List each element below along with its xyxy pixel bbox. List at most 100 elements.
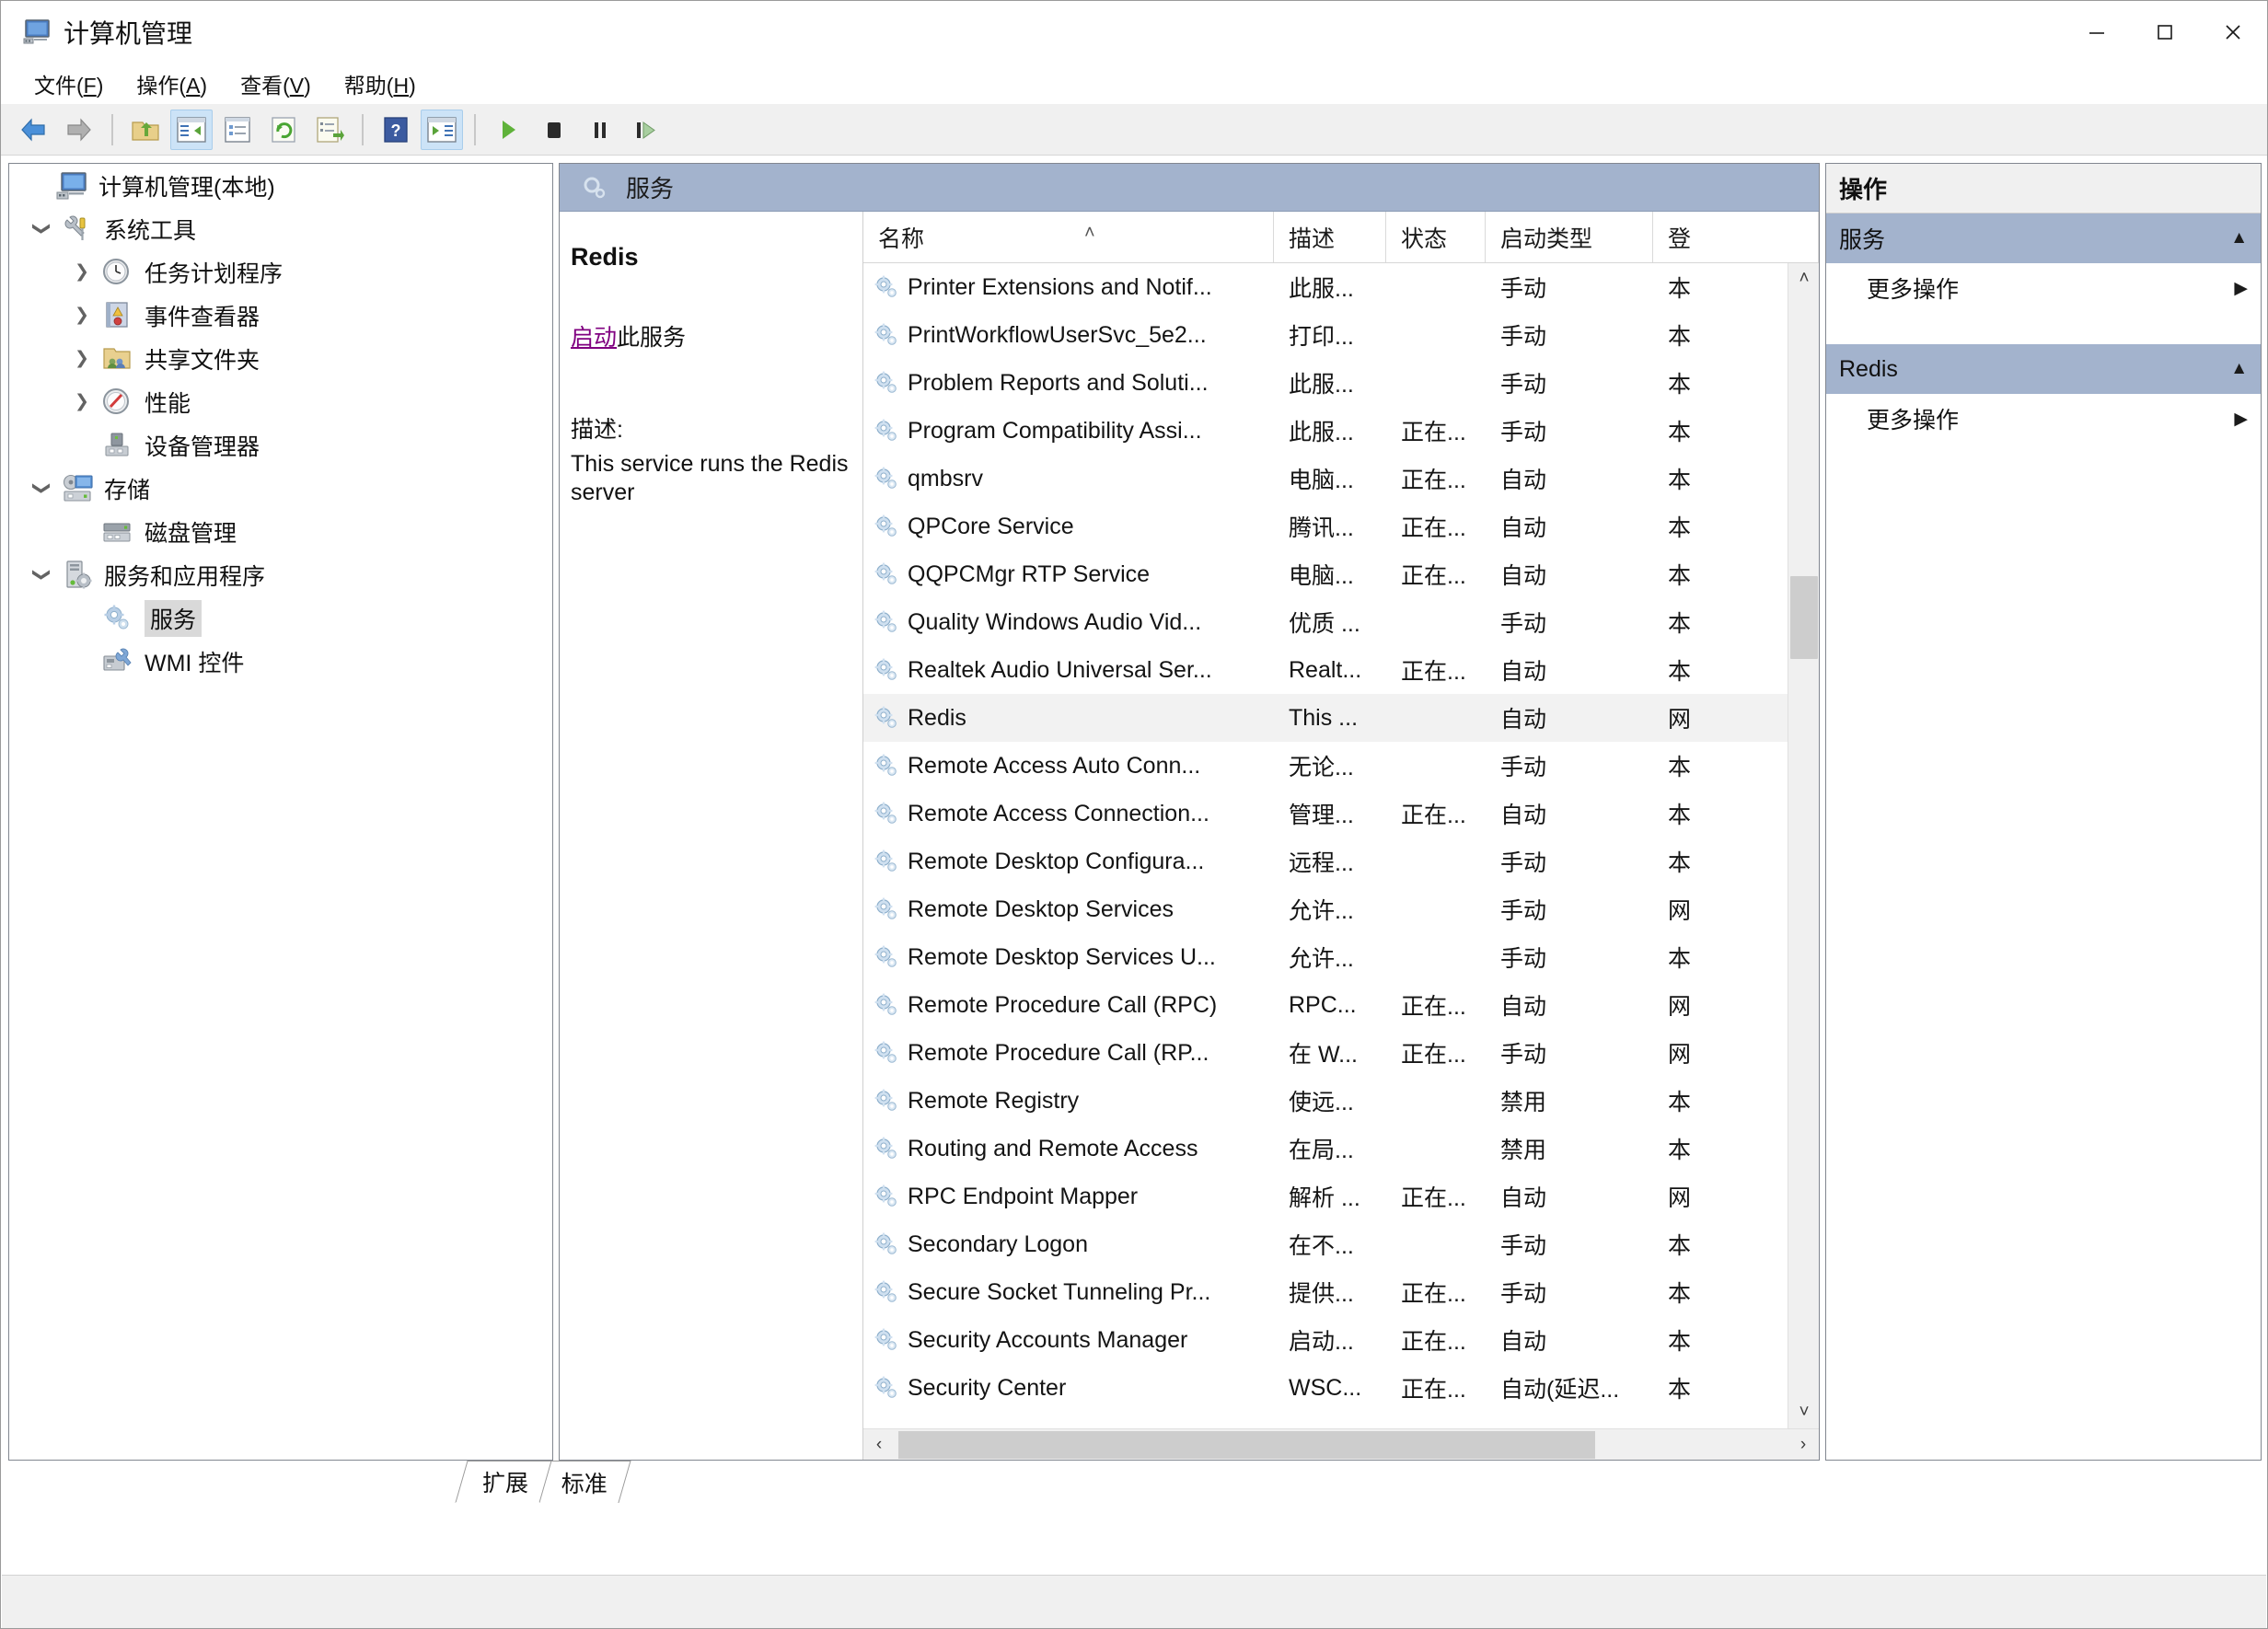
column-header-logon-as[interactable]: 登 xyxy=(1653,212,1819,262)
tree-item-shared-folders[interactable]: ❯ 共享文件夹 xyxy=(9,337,552,380)
table-row[interactable]: Remote Access Auto Conn...无论...手动本 xyxy=(863,742,1819,790)
chevron-up-icon[interactable]: ▲ xyxy=(2230,228,2248,248)
start-service-link[interactable]: 启动 xyxy=(571,325,617,351)
scroll-up-icon[interactable]: ˄ xyxy=(1788,263,1819,295)
menu-view-label: 查看 xyxy=(240,74,283,98)
services-list-body[interactable]: Printer Extensions and Notif...此服...手动本P… xyxy=(863,263,1819,1428)
pause-service-icon[interactable] xyxy=(579,110,621,150)
table-row[interactable]: Program Compatibility Assi...此服...正在...手… xyxy=(863,407,1819,455)
close-button[interactable] xyxy=(2199,1,2267,64)
tree-item-storage[interactable]: ❯ 存储 xyxy=(9,467,552,510)
table-row[interactable]: RedisThis ...自动网 xyxy=(863,694,1819,742)
table-row[interactable]: Remote Procedure Call (RPC)RPC...正在...自动… xyxy=(863,981,1819,1029)
scroll-right-icon[interactable]: › xyxy=(1788,1429,1819,1461)
tree-item-computer-management-local[interactable]: 计算机管理(本地) xyxy=(9,164,552,207)
export-list-icon[interactable] xyxy=(308,110,351,150)
actions-group-redis[interactable]: Redis ▲ xyxy=(1826,344,2261,394)
tree-item-event-viewer[interactable]: ❯ 事件查看器 xyxy=(9,294,552,337)
cell-service-name: Remote Access Connection... xyxy=(863,801,1274,827)
disk-icon xyxy=(101,516,136,548)
cell-startup-type: 自动 xyxy=(1486,797,1653,830)
show-action-pane-icon[interactable] xyxy=(421,110,463,150)
service-gear-icon xyxy=(873,1327,900,1353)
table-row[interactable]: Security Accounts Manager启动...正在...自动本 xyxy=(863,1316,1819,1364)
table-row[interactable]: Remote Desktop Configura...远程...手动本 xyxy=(863,838,1819,885)
scroll-down-icon[interactable]: ˅ xyxy=(1788,1397,1819,1428)
cell-service-name: Remote Access Auto Conn... xyxy=(863,753,1274,780)
tree-expander-services-and-applications[interactable]: ❯ xyxy=(22,564,61,585)
tree-item-system-tools[interactable]: ❯ 系统工具 xyxy=(9,207,552,250)
menu-action[interactable]: 操作(A) xyxy=(120,64,224,103)
action-more-actions-redis[interactable]: 更多操作 ▶ xyxy=(1826,394,2261,444)
service-name-label: Problem Reports and Soluti... xyxy=(908,370,1209,397)
table-row[interactable]: Security CenterWSC...正在...自动(延迟...本 xyxy=(863,1364,1819,1412)
table-row[interactable]: qmbsrv电脑...正在...自动本 xyxy=(863,455,1819,503)
refresh-icon[interactable] xyxy=(262,110,305,150)
back-icon[interactable] xyxy=(12,110,54,150)
cell-description: 在局... xyxy=(1274,1132,1386,1165)
table-row[interactable]: RPC Endpoint Mapper解析 ...正在...自动网 xyxy=(863,1173,1819,1220)
column-header-name[interactable]: 名称 ˄ xyxy=(863,212,1274,262)
console-tree-pane[interactable]: 计算机管理(本地) ❯ 系统工具 ❯ 任务计划程序 xyxy=(8,163,553,1461)
services-list-horizontal-scrollbar[interactable]: ‹ › xyxy=(863,1428,1819,1460)
tree-expander-system-tools[interactable]: ❯ xyxy=(22,218,61,239)
scroll-left-icon[interactable]: ‹ xyxy=(863,1429,895,1461)
cell-startup-type: 禁用 xyxy=(1486,1084,1653,1117)
service-gear-icon xyxy=(873,418,900,444)
table-row[interactable]: Remote Desktop Services U...允许...手动本 xyxy=(863,933,1819,981)
table-row[interactable]: Realtek Audio Universal Ser...Realt...正在… xyxy=(863,646,1819,694)
help-icon[interactable]: ? xyxy=(375,110,417,150)
table-row[interactable]: Secure Socket Tunneling Pr...提供...正在...手… xyxy=(863,1268,1819,1316)
table-row[interactable]: Quality Windows Audio Vid...优质 ...手动本 xyxy=(863,598,1819,646)
column-header-description[interactable]: 描述 xyxy=(1274,212,1386,262)
show-tree-pane-icon[interactable] xyxy=(170,110,213,150)
cell-service-name: Remote Procedure Call (RP... xyxy=(863,1040,1274,1067)
tree-item-performance[interactable]: ❯ 性能 xyxy=(9,380,552,423)
table-row[interactable]: Routing and Remote Access在局...禁用本 xyxy=(863,1125,1819,1173)
tree-item-disk-management[interactable]: 磁盘管理 xyxy=(9,510,552,553)
table-row[interactable]: Secondary Logon在不...手动本 xyxy=(863,1220,1819,1268)
actions-group-services[interactable]: 服务 ▲ xyxy=(1826,214,2261,263)
tree-item-wmi-control[interactable]: WMI 控件 xyxy=(9,640,552,683)
minimize-button[interactable] xyxy=(2063,1,2131,64)
properties-icon[interactable] xyxy=(216,110,259,150)
chevron-up-icon[interactable]: ▲ xyxy=(2230,359,2248,379)
services-list-vertical-scrollbar[interactable]: ˄ ˅ xyxy=(1788,263,1819,1428)
cell-description: 无论... xyxy=(1274,749,1386,782)
tree-item-task-scheduler[interactable]: ❯ 任务计划程序 xyxy=(9,250,552,294)
cell-service-name: Quality Windows Audio Vid... xyxy=(863,609,1274,636)
maximize-button[interactable] xyxy=(2131,1,2199,64)
tree-expander-performance[interactable]: ❯ xyxy=(63,391,101,412)
tree-item-device-manager[interactable]: 设备管理器 xyxy=(9,423,552,467)
table-row[interactable]: PrintWorkflowUserSvc_5e2...打印...手动本 xyxy=(863,311,1819,359)
vertical-scroll-thumb[interactable] xyxy=(1790,576,1818,659)
table-row[interactable]: Remote Registry使远...禁用本 xyxy=(863,1077,1819,1125)
start-service-icon[interactable] xyxy=(487,110,529,150)
table-row[interactable]: QPCore Service腾讯...正在...自动本 xyxy=(863,503,1819,550)
tree-expander-event-viewer[interactable]: ❯ xyxy=(63,305,101,326)
column-header-startup-type[interactable]: 启动类型 xyxy=(1486,212,1653,262)
table-row[interactable]: Remote Desktop Services允许...手动网 xyxy=(863,885,1819,933)
table-row[interactable]: Printer Extensions and Notif...此服...手动本 xyxy=(863,263,1819,311)
tree-item-services[interactable]: 服务 xyxy=(9,596,552,640)
restart-service-icon[interactable] xyxy=(625,110,667,150)
action-more-actions-services[interactable]: 更多操作 ▶ xyxy=(1826,263,2261,313)
up-folder-icon[interactable] xyxy=(124,110,167,150)
tree-expander-shared-folders[interactable]: ❯ xyxy=(63,348,101,369)
tab-extended[interactable]: 扩展 xyxy=(455,1461,551,1503)
tree-expander-task-scheduler[interactable]: ❯ xyxy=(63,261,101,283)
stop-service-icon[interactable] xyxy=(533,110,575,150)
menu-help[interactable]: 帮助(H) xyxy=(328,64,433,103)
table-row[interactable]: Problem Reports and Soluti...此服...手动本 xyxy=(863,359,1819,407)
column-header-status[interactable]: 状态 xyxy=(1386,212,1486,262)
menu-view[interactable]: 查看(V) xyxy=(224,64,328,103)
horizontal-scroll-track[interactable] xyxy=(895,1429,1788,1461)
tree-expander-storage[interactable]: ❯ xyxy=(22,478,61,499)
horizontal-scroll-thumb[interactable] xyxy=(898,1431,1595,1459)
tree-item-services-and-applications[interactable]: ❯ 服务和应用程序 xyxy=(9,553,552,596)
table-row[interactable]: QQPCMgr RTP Service电脑...正在...自动本 xyxy=(863,550,1819,598)
forward-icon[interactable] xyxy=(58,110,100,150)
table-row[interactable]: Remote Procedure Call (RP...在 W...正在...手… xyxy=(863,1029,1819,1077)
menu-file[interactable]: 文件(F) xyxy=(17,64,120,103)
table-row[interactable]: Remote Access Connection...管理...正在...自动本 xyxy=(863,790,1819,838)
